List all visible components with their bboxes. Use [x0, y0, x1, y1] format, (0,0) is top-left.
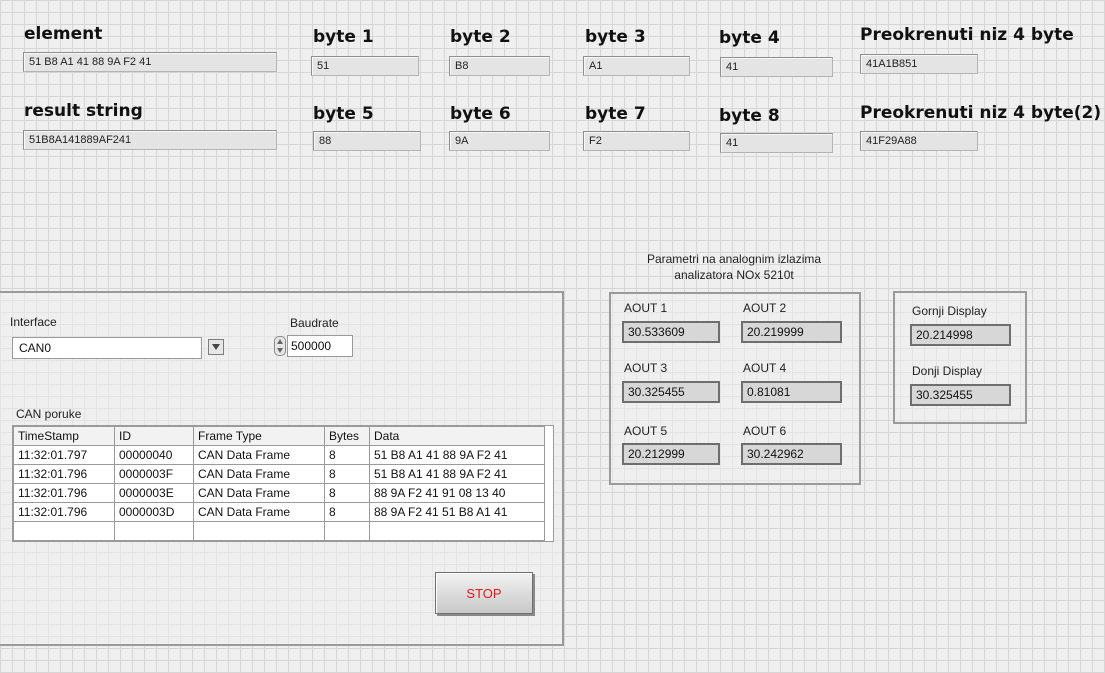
byte-6-indicator: 9A: [449, 131, 550, 151]
byte-2-label: byte 2: [450, 27, 511, 47]
column-header-id[interactable]: ID: [114, 426, 194, 446]
byte-8-label: byte 8: [719, 106, 780, 126]
cell-bytes: 8: [324, 483, 370, 503]
lower-display-indicator: 30.325455: [910, 384, 1011, 406]
chevron-down-icon: [212, 344, 220, 350]
column-header-frame-type[interactable]: Frame Type: [193, 426, 325, 446]
reversed-1-indicator: 41A1B851: [860, 54, 978, 74]
cell-bytes: 8: [324, 464, 370, 484]
byte-7-indicator: F2: [583, 131, 690, 151]
cell-empty: [324, 521, 370, 541]
result-string-indicator: 51B8A141889AF241: [23, 130, 277, 150]
aout-6-label: AOUT 6: [743, 424, 787, 438]
aout-1-indicator: 30.533609: [622, 321, 720, 343]
aout-2-label: AOUT 2: [743, 301, 787, 315]
aout-2-indicator: 20.219999: [741, 321, 842, 343]
cell-empty: [193, 521, 325, 541]
stop-button-label: STOP: [466, 585, 502, 601]
cell-frame-type: CAN Data Frame: [193, 464, 325, 484]
aout-3-indicator: 30.325455: [622, 381, 720, 403]
byte-4-indicator: 41: [720, 57, 833, 77]
cell-bytes: 8: [324, 445, 370, 465]
cell-id: 00000040: [114, 445, 194, 465]
reversed-1-label: Preokrenuti niz 4 byte: [860, 25, 1074, 45]
table-row[interactable]: 11:32:01.796 0000003E CAN Data Frame 8 88 9A…: [13, 483, 545, 503]
byte-3-label: byte 3: [585, 27, 646, 47]
byte-6-label: byte 6: [450, 104, 511, 124]
reversed-2-indicator: 41F29A88: [860, 131, 978, 151]
cell-timestamp: 11:32:01.796: [13, 483, 115, 503]
byte-1-indicator: 51: [311, 56, 419, 76]
element-label: element: [24, 24, 103, 44]
byte-7-label: byte 7: [585, 104, 646, 124]
aout-5-label: AOUT 5: [624, 424, 668, 438]
byte-2-indicator: B8: [449, 56, 550, 76]
column-header-timestamp[interactable]: TimeStamp: [13, 426, 115, 446]
byte-5-indicator: 88: [313, 131, 421, 151]
upper-display-label: Gornji Display: [912, 304, 987, 318]
byte-3-indicator: A1: [583, 56, 690, 76]
table-header-row: TimeStamp ID Frame Type Bytes Data: [13, 426, 545, 446]
lower-display-label: Donji Display: [912, 364, 983, 378]
cell-timestamp: 11:32:01.796: [13, 502, 115, 522]
stop-button[interactable]: STOP: [435, 572, 533, 614]
cell-empty: [13, 521, 115, 541]
cell-timestamp: 11:32:01.796: [13, 464, 115, 484]
table-row[interactable]: 11:32:01.797 00000040 CAN Data Frame 8 51 B8…: [13, 445, 545, 465]
table-row[interactable]: 11:32:01.796 0000003F CAN Data Frame 8 51 B8…: [13, 464, 545, 484]
cell-data: 88 9A F2 41 91 08 13 40: [369, 483, 545, 503]
byte-1-label: byte 1: [313, 27, 374, 47]
column-header-bytes[interactable]: Bytes: [324, 426, 370, 446]
interface-selector[interactable]: CAN0: [12, 337, 226, 361]
table-row[interactable]: 11:32:01.796 0000003D CAN Data Frame 8 88 9A…: [13, 502, 545, 522]
result-string-label: result string: [24, 101, 143, 121]
reversed-2-label: Preokrenuti niz 4 byte(2): [860, 103, 1102, 123]
interface-value[interactable]: CAN0: [12, 337, 202, 359]
increment-decrement-icon: [277, 339, 283, 353]
cell-frame-type: CAN Data Frame: [193, 445, 325, 465]
aout-4-indicator: 0.81081: [741, 381, 842, 403]
aout-6-indicator: 30.242962: [741, 443, 842, 465]
cell-timestamp: 11:32:01.797: [13, 445, 115, 465]
byte-5-label: byte 5: [313, 104, 374, 124]
aout-4-label: AOUT 4: [743, 361, 787, 375]
analog-caption: Parametri na analognim izlazima analizat…: [622, 251, 846, 283]
analog-caption-line1: Parametri na analognim izlazima: [646, 252, 822, 266]
analog-caption-line2: analizatora NOx 5210t: [674, 268, 794, 282]
cell-id: 0000003E: [114, 483, 194, 503]
table-row-empty: [13, 521, 545, 541]
cell-data: 51 B8 A1 41 88 9A F2 41: [369, 464, 545, 484]
cell-frame-type: CAN Data Frame: [193, 502, 325, 522]
element-indicator: 51 B8 A1 41 88 9A F2 41: [23, 52, 277, 72]
cell-id: 0000003F: [114, 464, 194, 484]
cell-data: 88 9A F2 41 51 B8 A1 41: [369, 502, 545, 522]
column-header-data[interactable]: Data: [369, 426, 545, 446]
aout-3-label: AOUT 3: [624, 361, 668, 375]
baudrate-label: Baudrate: [290, 316, 339, 330]
dropdown-button[interactable]: [208, 339, 224, 355]
cell-empty: [369, 521, 545, 541]
aout-1-label: AOUT 1: [624, 301, 668, 315]
cell-data: 51 B8 A1 41 88 9A F2 41: [369, 445, 545, 465]
upper-display-indicator: 20.214998: [910, 324, 1011, 346]
baudrate-stepper[interactable]: [274, 336, 286, 356]
byte-4-label: byte 4: [719, 28, 780, 48]
baudrate-value[interactable]: 500000: [287, 335, 353, 357]
byte-8-indicator: 41: [720, 133, 833, 153]
can-messages-table[interactable]: TimeStamp ID Frame Type Bytes Data 11:32…: [12, 425, 554, 542]
cell-frame-type: CAN Data Frame: [193, 483, 325, 503]
aout-5-indicator: 20.212999: [622, 443, 720, 465]
can-messages-label: CAN poruke: [16, 407, 82, 421]
interface-label: Interface: [10, 315, 57, 329]
cell-empty: [114, 521, 194, 541]
baudrate-control[interactable]: 500000: [274, 335, 354, 359]
cell-bytes: 8: [324, 502, 370, 522]
cell-id: 0000003D: [114, 502, 194, 522]
